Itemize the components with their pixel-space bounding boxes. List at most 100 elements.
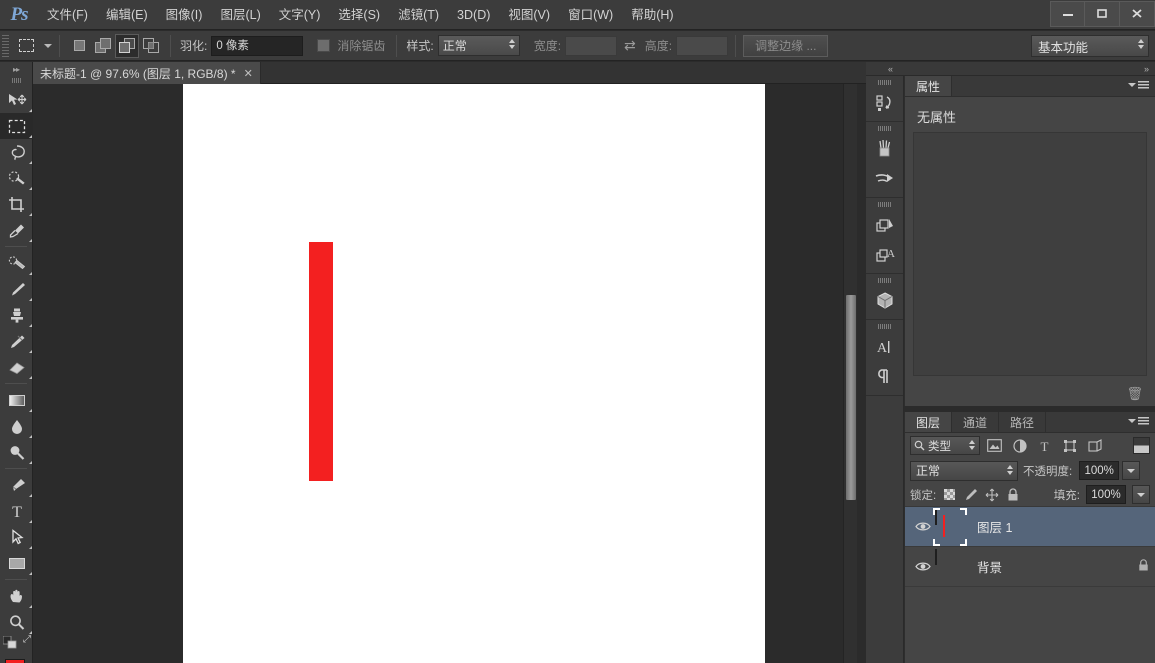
layer-filter-kind-select[interactable]: 类型	[910, 436, 980, 455]
width-input[interactable]	[565, 35, 618, 56]
menu-window[interactable]: 窗口(W)	[559, 0, 622, 30]
panel-menu-icon[interactable]	[1128, 81, 1149, 89]
layer-thumbnail[interactable]	[935, 548, 965, 584]
rail-grip[interactable]	[878, 80, 891, 85]
shape-layer-filter-icon[interactable]	[1059, 436, 1080, 455]
toolbar-collapse-icon[interactable]: ▸▸	[0, 62, 32, 76]
tab-properties[interactable]: 属性	[905, 76, 953, 96]
menu-help[interactable]: 帮助(H)	[622, 0, 682, 30]
subtract-from-selection-button[interactable]	[115, 33, 139, 58]
layer-thumbnail[interactable]	[933, 507, 967, 546]
tool-preset-chevron-down-icon[interactable]	[44, 43, 52, 48]
lock-image-pixels-icon[interactable]	[963, 487, 978, 502]
brush-presets-panel-icon[interactable]	[866, 164, 904, 194]
close-icon[interactable]: ✕	[244, 67, 253, 80]
swap-colors-icon[interactable]: ⤢	[23, 634, 31, 645]
tab-channels[interactable]: 通道	[952, 412, 1000, 432]
document-canvas[interactable]	[183, 84, 765, 663]
height-input[interactable]	[676, 35, 729, 56]
history-brush-tool[interactable]	[0, 328, 33, 354]
panel-menu-icon[interactable]	[1128, 417, 1149, 425]
spot-healing-brush-tool[interactable]	[0, 250, 33, 276]
rail-grip[interactable]	[878, 126, 891, 131]
smart-object-filter-icon[interactable]	[1084, 436, 1105, 455]
3d-panel-icon[interactable]	[866, 286, 904, 316]
eraser-tool[interactable]	[0, 354, 33, 380]
adjustment-layer-filter-icon[interactable]	[1009, 436, 1030, 455]
brush-tool[interactable]	[0, 276, 33, 302]
dodge-tool[interactable]	[0, 439, 33, 465]
menu-view[interactable]: 视图(V)	[499, 0, 559, 30]
workspace-select[interactable]: 基本功能	[1031, 35, 1149, 57]
layer-comps-panel-icon[interactable]	[866, 210, 904, 240]
brush-panel-icon[interactable]	[866, 134, 904, 164]
swap-arrows-icon[interactable]: ⇄	[624, 37, 636, 54]
close-button[interactable]	[1120, 1, 1155, 27]
opacity-chevron-down-icon[interactable]	[1122, 461, 1141, 480]
document-tab[interactable]: 未标题-1 @ 97.6% (图层 1, RGB/8) * ✕	[33, 62, 261, 84]
eyedropper-tool[interactable]	[0, 217, 33, 243]
actions-panel-icon[interactable]: A	[866, 240, 904, 270]
rail-grip[interactable]	[878, 324, 891, 329]
rectangular-marquee-tool[interactable]	[0, 113, 33, 139]
tab-layers[interactable]: 图层	[905, 412, 953, 432]
expand-panels-icon[interactable]: »	[1144, 64, 1149, 74]
layer-visibility-icon[interactable]	[911, 561, 935, 572]
layer-name[interactable]: 图层 1	[977, 517, 1012, 536]
path-selection-tool[interactable]	[0, 524, 33, 550]
menu-filter[interactable]: 滤镜(T)	[389, 0, 448, 30]
rectangular-marquee-icon[interactable]	[13, 34, 39, 58]
table-row[interactable]: 背景	[905, 547, 1155, 587]
layer-visibility-icon[interactable]	[911, 521, 935, 532]
move-tool[interactable]	[0, 87, 33, 113]
blur-tool[interactable]	[0, 413, 33, 439]
collapse-panels-icon[interactable]: «	[888, 64, 893, 74]
crop-tool[interactable]	[0, 191, 33, 217]
menu-3d[interactable]: 3D(D)	[448, 0, 499, 30]
opacity-input[interactable]: 100%	[1079, 461, 1120, 480]
quick-selection-tool[interactable]	[0, 165, 33, 191]
zoom-tool[interactable]	[0, 609, 33, 635]
trash-icon[interactable]: 🗑	[1126, 386, 1143, 402]
layer-name[interactable]: 背景	[977, 557, 1002, 576]
style-select[interactable]: 正常	[437, 35, 520, 56]
refine-edge-button[interactable]: 调整边缘 ...	[743, 34, 829, 57]
type-layer-filter-icon[interactable]: T	[1034, 436, 1055, 455]
fill-chevron-down-icon[interactable]	[1132, 485, 1150, 504]
foreground-color-swatch[interactable]	[5, 659, 25, 663]
rail-grip[interactable]	[878, 278, 891, 283]
filter-toggle-switch[interactable]	[1133, 437, 1150, 454]
feather-input[interactable]: 0 像素	[211, 35, 304, 56]
menu-edit[interactable]: 编辑(E)	[97, 0, 157, 30]
menu-file[interactable]: 文件(F)	[38, 0, 97, 30]
table-row[interactable]: 图层 1	[905, 507, 1155, 547]
vertical-scrollbar-thumb[interactable]	[846, 295, 856, 500]
blend-mode-select[interactable]: 正常	[910, 460, 1018, 481]
minimize-button[interactable]	[1050, 1, 1085, 27]
menu-type[interactable]: 文字(Y)	[270, 0, 330, 30]
antialias-checkbox[interactable]	[317, 39, 331, 52]
menu-layer[interactable]: 图层(L)	[211, 0, 269, 30]
clone-stamp-tool[interactable]	[0, 302, 33, 328]
hand-tool[interactable]	[0, 583, 33, 609]
history-panel-icon[interactable]	[866, 88, 904, 118]
paragraph-panel-icon[interactable]	[866, 362, 904, 392]
rectangle-tool[interactable]	[0, 550, 33, 576]
menu-select[interactable]: 选择(S)	[329, 0, 389, 30]
character-panel-icon[interactable]: A	[866, 332, 904, 362]
gradient-tool[interactable]	[0, 387, 33, 413]
lasso-tool[interactable]	[0, 139, 33, 165]
lock-transparent-pixels-icon[interactable]	[942, 487, 957, 502]
fill-input[interactable]: 100%	[1086, 485, 1126, 504]
horizontal-type-tool[interactable]: T	[0, 498, 33, 524]
lock-all-icon[interactable]	[1005, 487, 1020, 502]
rail-grip[interactable]	[878, 202, 891, 207]
menu-image[interactable]: 图像(I)	[157, 0, 212, 30]
pixel-layer-filter-icon[interactable]	[984, 436, 1005, 455]
pen-tool[interactable]	[0, 472, 33, 498]
add-to-selection-button[interactable]	[91, 33, 115, 58]
options-bar-grip[interactable]	[2, 34, 9, 57]
new-selection-button[interactable]	[67, 33, 91, 58]
lock-position-icon[interactable]	[984, 487, 999, 502]
toolbar-grip[interactable]	[11, 78, 21, 83]
